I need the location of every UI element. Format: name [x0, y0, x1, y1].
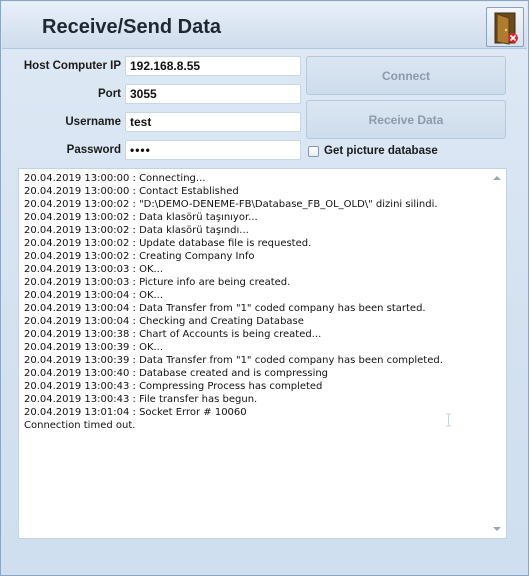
- log-line: 20.04.2019 13:00:02 : Creating Company I…: [24, 251, 255, 262]
- log-line: 20.04.2019 13:00:02 : Data klasörü taşın…: [24, 225, 249, 236]
- log-line: 20.04.2019 13:00:40 : Database created a…: [24, 368, 329, 379]
- exit-door-icon: [494, 12, 518, 45]
- log-line: 20.04.2019 13:00:02 : "D:\DEMO-DENEME-FB…: [24, 199, 438, 210]
- log-line: Connection timed out.: [24, 420, 136, 431]
- log-line: 20.04.2019 13:00:02 : Data klasörü taşın…: [24, 212, 258, 223]
- log-line: 20.04.2019 13:00:04 : OK...: [24, 290, 164, 301]
- exit-button[interactable]: [486, 7, 524, 47]
- log-line: 20.04.2019 13:00:03 : OK...: [24, 264, 164, 275]
- title-bar: Receive/Send Data: [2, 2, 527, 49]
- text-cursor-icon: [446, 413, 451, 427]
- log-line: 20.04.2019 13:00:03 : Picture info are b…: [24, 277, 291, 288]
- receive-data-button[interactable]: Receive Data: [306, 100, 506, 139]
- log-line: 20.04.2019 13:00:43 : File transfer has …: [24, 394, 258, 405]
- scroll-up-arrow-icon[interactable]: [493, 176, 501, 180]
- log-lines: 20.04.2019 13:00:00 : Connecting... 20.04…: [24, 172, 488, 432]
- host-ip-input[interactable]: [125, 56, 301, 76]
- log-line: 20.04.2019 13:00:43 : Compressing Proces…: [24, 381, 323, 392]
- picture-database-option[interactable]: Get picture database: [308, 144, 438, 158]
- log-line: 20.04.2019 13:00:04 : Data Transfer from…: [24, 303, 426, 314]
- port-input[interactable]: [125, 84, 301, 104]
- receive-send-window: Receive/Send Data Host Computer IP Port …: [0, 0, 529, 576]
- log-line: 20.04.2019 13:00:38 : Chart of Accounts …: [24, 329, 322, 340]
- connect-button[interactable]: Connect: [306, 56, 506, 95]
- log-textarea[interactable]: 20.04.2019 13:00:00 : Connecting... 20.04…: [18, 168, 507, 539]
- username-label: Username: [65, 116, 121, 128]
- picture-database-checkbox[interactable]: [308, 145, 319, 157]
- log-scrollbar[interactable]: [490, 169, 506, 538]
- username-input[interactable]: [125, 112, 301, 132]
- log-line: 20.04.2019 13:00:02 : Update database fi…: [24, 238, 312, 249]
- window-title: Receive/Send Data: [42, 16, 221, 38]
- port-label: Port: [98, 88, 121, 100]
- password-label: Password: [66, 144, 121, 156]
- picture-database-label: Get picture database: [324, 145, 438, 157]
- scroll-down-arrow-icon[interactable]: [493, 527, 501, 531]
- log-line: 20.04.2019 13:01:04 : Socket Error # 100…: [24, 407, 247, 418]
- host-ip-label: Host Computer IP: [23, 60, 121, 72]
- password-input[interactable]: [125, 140, 301, 160]
- log-line: 20.04.2019 13:00:39 : OK...: [24, 342, 164, 353]
- log-line: 20.04.2019 13:00:39 : Data Transfer from…: [24, 355, 443, 366]
- log-line: 20.04.2019 13:00:04 : Checking and Creat…: [24, 316, 304, 327]
- log-line: 20.04.2019 13:00:00 : Connecting...: [24, 173, 206, 184]
- log-line: 20.04.2019 13:00:00 : Contact Establishe…: [24, 186, 239, 197]
